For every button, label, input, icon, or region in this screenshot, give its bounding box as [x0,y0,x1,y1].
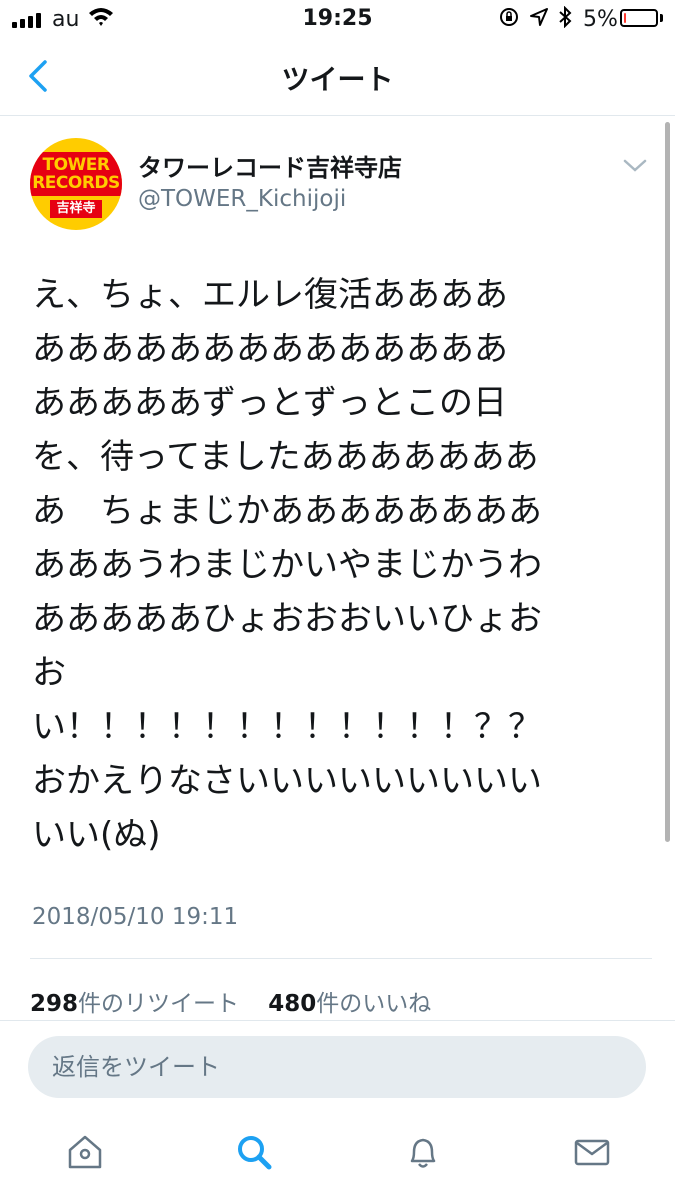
reply-input[interactable]: 返信をツイート [28,1036,646,1098]
tweet-menu-button[interactable] [622,158,648,178]
location-icon [530,8,548,30]
tweet-text-line: あああああひょおおおいいひょお [32,599,542,639]
like-stat[interactable]: 480件のいいね [268,991,431,1017]
tweet-text-line: を、待ってましたあああああああ [32,437,539,477]
tweet-text-line: あああああずっとずっとこの日 [32,383,507,423]
display-name[interactable]: タワーレコード吉祥寺店 [138,148,402,183]
tweet-text-line: いい(ぬ) [32,815,161,855]
tab-messages[interactable] [570,1130,614,1174]
battery-percentage: 5% [583,7,618,32]
avatar[interactable]: TOWER RECORDS 吉祥寺 [30,138,122,230]
tab-search[interactable] [232,1130,276,1174]
tweet-timestamp[interactable]: 2018/05/10 19:11 [32,904,238,930]
tweet-text-line: え、ちょ、エルレ復活ああああ [32,275,508,315]
battery-icon [620,9,658,27]
tweet-stats: 298件のリツイート 480件のいいね [30,984,431,1018]
mail-icon [574,1139,610,1166]
search-icon [238,1136,272,1170]
logo-store-name: 吉祥寺 [50,200,102,218]
home-icon [68,1135,102,1169]
tweet-text-line: おかえりなさいいいいいいいいい [32,761,542,801]
tweet-text-line: お [32,653,66,693]
bluetooth-icon [558,5,572,32]
tab-bar [0,1110,675,1200]
retweet-stat[interactable]: 298件のリツイート [30,991,239,1017]
scroll-indicator [665,122,670,842]
tweet-text-line: あああうわまじかいやまじかうわ [32,545,542,585]
battery-tip [660,14,663,22]
tab-notifications[interactable] [401,1130,445,1174]
navigation-bar: ツイート [0,40,675,116]
tower-records-logo: TOWER RECORDS [30,152,122,196]
bell-icon [410,1138,436,1168]
tweet-text-line: あ ちょまじかああああああああ [32,491,542,531]
page-title: ツイート [281,63,394,96]
tweet-text: え、ちょ、エルレ復活ああああ ああああああああああああああ あああああずっとずっとこ… [32,268,632,862]
reply-bar: 返信をツイート [0,1020,675,1111]
user-handle[interactable]: @TOWER_Kichijoji [138,186,346,212]
tweet-text-line: ああああああああああああああ [32,329,508,369]
status-bar: au 19:25 5% [0,0,675,40]
divider [30,958,652,959]
chevron-down-icon [623,159,647,172]
tab-home[interactable] [63,1130,107,1174]
clock: 19:25 [302,6,373,31]
orientation-lock-icon [498,6,520,32]
tweet-text-line: い！！！！！！！！！！！！？？ [32,707,542,747]
